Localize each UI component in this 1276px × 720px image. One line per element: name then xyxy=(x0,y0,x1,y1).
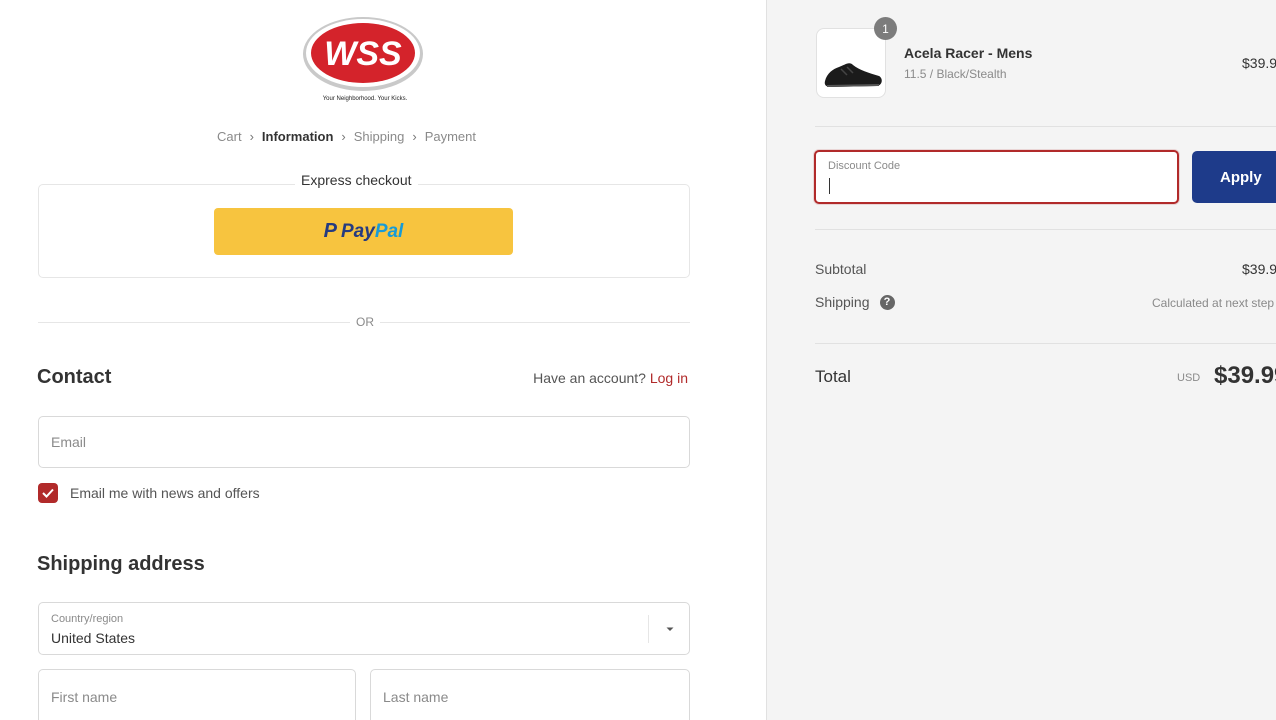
subtotal-value: $39.99 xyxy=(1242,261,1276,277)
country-label: Country/region xyxy=(51,613,124,625)
total-currency: USD xyxy=(1177,372,1201,384)
chevron-down-icon xyxy=(666,627,674,631)
chevron-right-icon: › xyxy=(412,129,417,144)
apply-discount-button[interactable]: Apply xyxy=(1192,151,1276,203)
account-prompt: Have an account? Log in xyxy=(533,370,688,386)
account-prompt-text: Have an account? xyxy=(533,370,646,386)
chevron-right-icon: › xyxy=(341,129,346,144)
newsletter-checkbox[interactable] xyxy=(38,483,58,503)
email-input[interactable] xyxy=(39,417,689,467)
country-value: United States xyxy=(51,630,136,646)
chevron-right-icon: › xyxy=(249,129,254,144)
breadcrumb: Cart › Information › Shipping › Payment xyxy=(217,129,476,144)
shipping-row-label: Shipping ? xyxy=(815,294,895,310)
checkout-main: WSS Your Neighborhood. Your Kicks. Cart … xyxy=(0,0,766,720)
quantity-badge: 1 xyxy=(874,17,897,40)
summary-divider xyxy=(815,229,1276,230)
first-name-input[interactable] xyxy=(39,670,355,720)
breadcrumb-shipping: Shipping xyxy=(353,129,405,144)
product-name: Acela Racer - Mens xyxy=(904,45,1033,61)
breadcrumb-payment: Payment xyxy=(424,129,477,144)
or-divider-text: OR xyxy=(350,315,380,329)
paypal-button[interactable]: P PayPal xyxy=(214,208,513,255)
order-summary xyxy=(766,0,1276,720)
paypal-icon: P xyxy=(323,220,337,242)
logo-tagline: Your Neighborhood. Your Kicks. xyxy=(322,96,408,102)
discount-code-field[interactable]: Discount Code xyxy=(814,150,1179,204)
product-thumbnail xyxy=(816,28,886,98)
text-cursor xyxy=(829,178,830,194)
product-price: $39.99 xyxy=(1242,55,1276,71)
discount-code-label: Discount Code xyxy=(828,160,901,172)
total-value: $39.99 xyxy=(1214,362,1276,389)
summary-divider xyxy=(815,343,1276,344)
summary-divider xyxy=(815,126,1276,127)
email-field[interactable] xyxy=(38,416,690,468)
breadcrumb-cart[interactable]: Cart xyxy=(217,129,242,144)
shipping-value: Calculated at next step xyxy=(1152,296,1275,310)
paypal-wordmark: PayPal xyxy=(341,220,404,242)
country-select[interactable]: Country/region United States xyxy=(38,602,690,655)
last-name-field[interactable] xyxy=(370,669,690,720)
express-checkout-title: Express checkout xyxy=(295,172,418,188)
shipping-address-heading: Shipping address xyxy=(37,553,205,575)
contact-heading: Contact xyxy=(37,366,112,388)
last-name-input[interactable] xyxy=(371,670,689,720)
sneaker-icon xyxy=(824,63,882,87)
select-separator xyxy=(648,615,649,643)
first-name-field[interactable] xyxy=(38,669,356,720)
newsletter-label: Email me with news and offers xyxy=(70,485,260,501)
shipping-label: Shipping xyxy=(815,294,870,310)
total-label: Total xyxy=(815,367,851,386)
checkmark-icon xyxy=(42,488,54,498)
question-circle-icon[interactable]: ? xyxy=(879,294,895,310)
breadcrumb-information: Information xyxy=(261,129,334,144)
subtotal-label: Subtotal xyxy=(815,261,867,277)
newsletter-option[interactable]: Email me with news and offers xyxy=(38,483,260,503)
wss-logo[interactable]: WSS xyxy=(298,16,430,108)
login-link[interactable]: Log in xyxy=(650,370,688,386)
svg-text:WSS: WSS xyxy=(324,35,402,73)
product-variant: 11.5 / Black/Stealth xyxy=(904,67,1007,81)
